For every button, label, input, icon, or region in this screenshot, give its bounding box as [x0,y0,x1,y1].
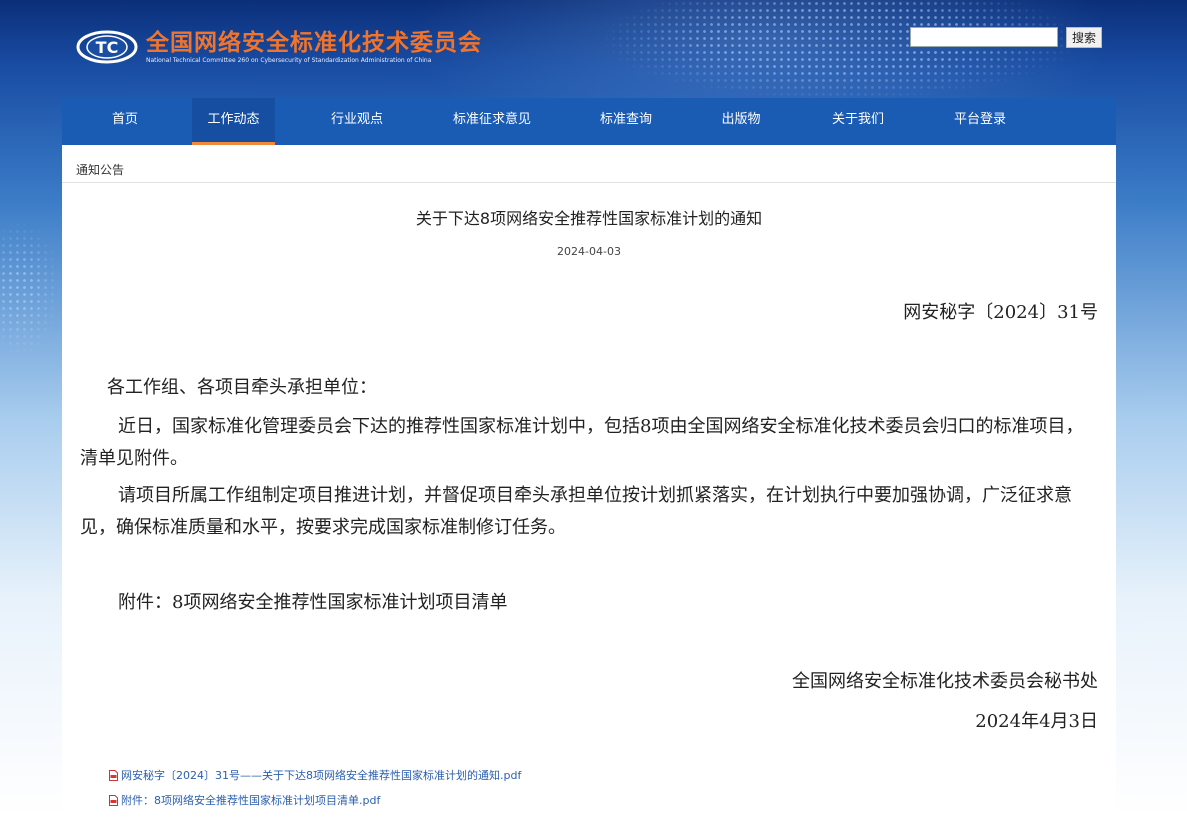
nav-item-industry-views[interactable]: 行业观点 [316,98,398,145]
logo-title-cn: 全国网络安全标准化技术委员会 [146,30,482,56]
attachment-note: 附件：8项网络安全推荐性国家标准计划项目清单 [118,592,508,613]
search-button[interactable]: 搜索 [1066,27,1103,48]
world-map-dots [540,0,1187,110]
pdf-icon [109,794,118,806]
nav-item-standard-query[interactable]: 标准查询 [586,98,666,145]
article-date: 2024-04-03 [557,245,621,258]
logo-mark-text: TC [96,38,119,57]
nav-item-platform-login[interactable]: 平台登录 [940,98,1020,145]
article-salutation: 各工作组、各项目牵头承担单位： [107,377,377,398]
site-logo[interactable]: TC 全国网络安全标准化技术委员会 National Technical Com… [76,28,482,66]
tc-logo-icon: TC [76,28,138,66]
breadcrumb-divider [62,182,1116,183]
search-input[interactable] [910,27,1058,47]
logo-title-en: National Technical Committee 260 on Cybe… [146,57,432,64]
nav-item-work-news[interactable]: 工作动态 [192,98,275,145]
nav-item-standard-comments[interactable]: 标准征求意见 [438,98,546,145]
article-container: 通知公告 关于下达8项网络安全推荐性国家标准计划的通知 2024-04-03 网… [62,145,1116,817]
attachment-link-2[interactable]: 附件：8项网络安全推荐性国家标准计划项目清单.pdf [109,792,380,808]
signature-date: 2024年4月3日 [975,711,1098,732]
signature-org: 全国网络安全标准化技术委员会秘书处 [792,671,1098,692]
article-paragraph-2: 请项目所属工作组制定项目推进计划，并督促项目牵头承担单位按计划抓紧落实，在计划执… [80,485,1072,538]
document-number: 网安秘字〔2024〕31号 [903,302,1098,323]
main-nav: 首页 工作动态 行业观点 标准征求意见 标准查询 出版物 关于我们 平台登录 [62,98,1116,145]
pdf-icon [109,769,118,781]
breadcrumb[interactable]: 通知公告 [76,161,124,178]
attachment-label[interactable]: 附件：8项网络安全推荐性国家标准计划项目清单.pdf [121,792,380,808]
nav-item-publications[interactable]: 出版物 [706,98,776,145]
attachment-label[interactable]: 网安秘字〔2024〕31号——关于下达8项网络安全推荐性国家标准计划的通知.pd… [121,767,521,783]
search-bar: 搜索 [910,27,1103,48]
nav-item-home[interactable]: 首页 [90,98,160,145]
attachment-link-1[interactable]: 网安秘字〔2024〕31号——关于下达8项网络安全推荐性国家标准计划的通知.pd… [109,767,521,783]
article-title: 关于下达8项网络安全推荐性国家标准计划的通知 [415,209,763,228]
article-paragraph-1: 近日，国家标准化管理委员会下达的推荐性国家标准计划中，包括8项由全国网络安全标准… [80,416,1084,469]
nav-item-about-us[interactable]: 关于我们 [816,98,900,145]
